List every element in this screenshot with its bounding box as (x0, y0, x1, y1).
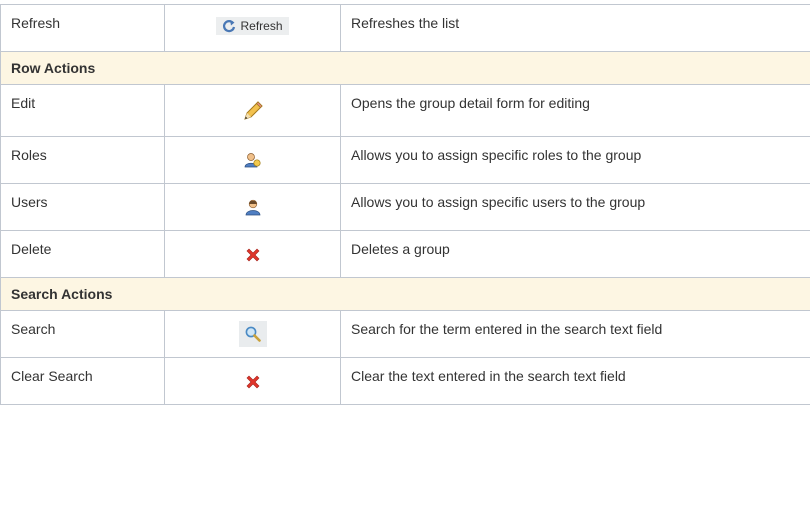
action-name-cell: Users (1, 184, 165, 231)
action-name: Edit (11, 85, 164, 111)
action-desc: Search for the term entered in the searc… (351, 311, 810, 337)
action-desc-cell: Deletes a group (341, 231, 810, 278)
action-icon-cell (165, 311, 341, 358)
action-name: Clear Search (11, 358, 164, 384)
action-desc: Allows you to assign specific roles to t… (351, 137, 810, 163)
red-x-icon[interactable] (245, 374, 261, 390)
action-name: Users (11, 184, 164, 210)
refresh-button[interactable]: Refresh (216, 17, 288, 35)
table-row: Refresh Refresh Refreshes the list (1, 5, 810, 52)
action-desc: Opens the group detail form for editing (351, 85, 810, 111)
refresh-button-label: Refresh (240, 19, 282, 33)
action-name-cell: Delete (1, 231, 165, 278)
action-icon-cell: Refresh (165, 5, 341, 52)
action-desc-cell: Refreshes the list (341, 5, 810, 52)
action-name-cell: Search (1, 311, 165, 358)
table-row: Search Search for the term entered in th… (1, 311, 810, 358)
action-name-cell: Clear Search (1, 358, 165, 405)
section-row: Row Actions (1, 52, 810, 85)
pencil-icon[interactable] (241, 99, 265, 123)
section-row: Search Actions (1, 278, 810, 311)
section-heading: Search Actions (1, 278, 810, 311)
action-name-cell: Refresh (1, 5, 165, 52)
action-name: Refresh (11, 5, 164, 31)
action-desc: Clear the text entered in the search tex… (351, 358, 810, 384)
table-row: Roles Allows you to assign specific role… (1, 137, 810, 184)
action-icon-cell (165, 231, 341, 278)
refresh-icon (222, 19, 236, 33)
table-row: Delete Deletes a group (1, 231, 810, 278)
action-desc-cell: Opens the group detail form for editing (341, 85, 810, 137)
action-name: Search (11, 311, 164, 337)
table-row: Users Allows you to assign specific user… (1, 184, 810, 231)
action-icon-cell (165, 137, 341, 184)
action-icon-cell (165, 358, 341, 405)
table-row: Edit Opens the group detail form for edi… (1, 85, 810, 137)
search-button[interactable] (239, 321, 267, 347)
action-desc: Refreshes the list (351, 5, 810, 31)
action-icon-cell (165, 184, 341, 231)
actions-table: Refresh Refresh Refreshes the list Row A… (0, 4, 810, 405)
action-name-cell: Roles (1, 137, 165, 184)
action-desc-cell: Clear the text entered in the search tex… (341, 358, 810, 405)
action-icon-cell (165, 85, 341, 137)
table-row: Clear Search Clear the text entered in t… (1, 358, 810, 405)
magnifier-icon (244, 325, 262, 343)
action-desc: Allows you to assign specific users to t… (351, 184, 810, 210)
action-desc-cell: Allows you to assign specific users to t… (341, 184, 810, 231)
red-x-icon[interactable] (245, 247, 261, 263)
users-roles-icon[interactable] (244, 151, 262, 169)
action-desc: Deletes a group (351, 231, 810, 257)
action-name: Delete (11, 231, 164, 257)
action-name-cell: Edit (1, 85, 165, 137)
user-icon[interactable] (244, 198, 262, 216)
action-desc-cell: Allows you to assign specific roles to t… (341, 137, 810, 184)
action-name: Roles (11, 137, 164, 163)
action-desc-cell: Search for the term entered in the searc… (341, 311, 810, 358)
section-heading: Row Actions (1, 52, 810, 85)
